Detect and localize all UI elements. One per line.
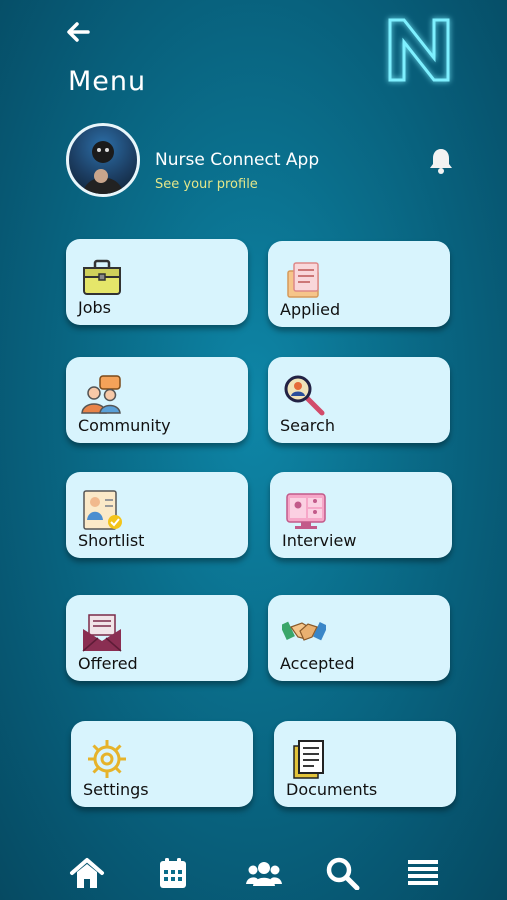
app-name: Nurse Connect App bbox=[155, 150, 320, 170]
envelope-icon bbox=[82, 614, 122, 652]
documents-icon bbox=[293, 740, 324, 779]
users-icon[interactable] bbox=[246, 856, 282, 890]
calendar-icon[interactable] bbox=[155, 856, 191, 890]
menu-label-offered: Offered bbox=[78, 654, 138, 673]
gear-icon bbox=[88, 740, 126, 778]
menu-label-interview: Interview bbox=[282, 531, 357, 550]
menu-label-community: Community bbox=[78, 416, 171, 435]
shortlist-profile-icon bbox=[83, 490, 122, 530]
community-chat-icon bbox=[81, 375, 121, 414]
menu-card-search[interactable]: Search bbox=[268, 357, 450, 443]
page-title: Menu bbox=[68, 66, 147, 97]
menu-label-accepted: Accepted bbox=[280, 654, 355, 673]
applied-documents-icon bbox=[287, 262, 319, 298]
menu-label-settings: Settings bbox=[83, 780, 149, 799]
menu-card-applied[interactable]: Applied bbox=[268, 241, 450, 327]
menu-label-applied: Applied bbox=[280, 300, 341, 319]
n-logo-icon bbox=[388, 18, 450, 82]
avatar-person-icon bbox=[83, 141, 123, 194]
menu-card-offered[interactable]: Offered bbox=[66, 595, 248, 681]
menu-card-community[interactable]: Community bbox=[66, 357, 248, 443]
menu-card-shortlist[interactable]: Shortlist bbox=[66, 472, 248, 558]
menu-label-jobs: Jobs bbox=[78, 298, 111, 317]
menu-card-documents[interactable]: Documents bbox=[274, 721, 456, 807]
video-interview-icon bbox=[286, 493, 326, 529]
menu-card-jobs[interactable]: Jobs bbox=[66, 239, 248, 325]
menu-icon[interactable] bbox=[405, 856, 441, 890]
see-profile-link[interactable]: See your profile bbox=[155, 177, 258, 192]
search-icon[interactable] bbox=[325, 856, 361, 890]
briefcase-icon bbox=[83, 259, 121, 295]
menu-label-search: Search bbox=[280, 416, 335, 435]
avatar[interactable] bbox=[66, 123, 140, 197]
menu-label-shortlist: Shortlist bbox=[78, 531, 145, 550]
menu-card-settings[interactable]: Settings bbox=[71, 721, 253, 807]
home-icon[interactable] bbox=[69, 856, 105, 890]
menu-label-documents: Documents bbox=[286, 780, 378, 799]
magnifier-icon bbox=[284, 375, 325, 416]
menu-card-interview[interactable]: Interview bbox=[270, 472, 452, 558]
back-arrow-icon[interactable] bbox=[64, 18, 92, 46]
bottom-nav bbox=[0, 846, 507, 900]
handshake-icon bbox=[282, 621, 326, 641]
menu-card-accepted[interactable]: Accepted bbox=[268, 595, 450, 681]
bell-icon[interactable] bbox=[428, 147, 454, 175]
